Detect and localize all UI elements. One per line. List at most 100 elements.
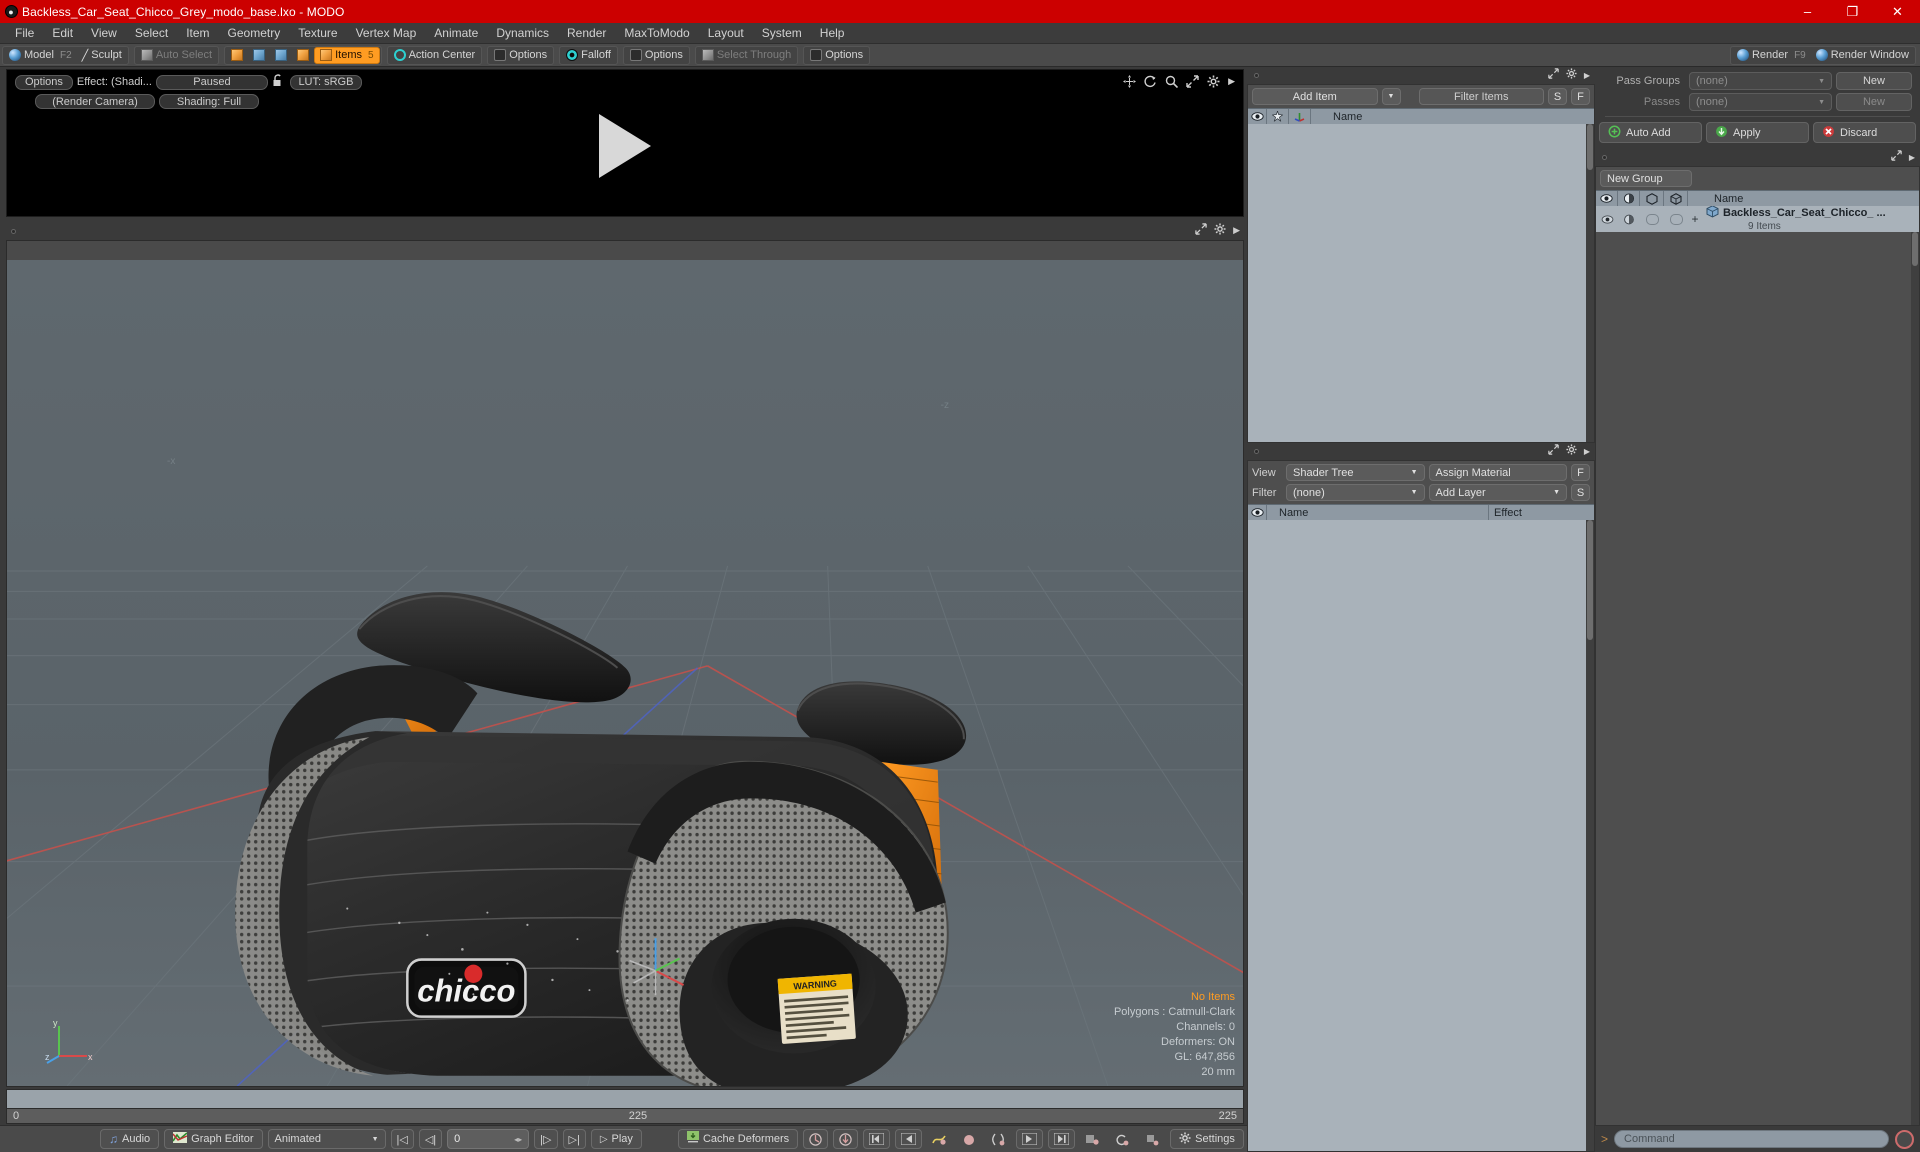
groups-scrollbar[interactable] — [1911, 232, 1919, 1125]
menu-item-select[interactable]: Select — [126, 24, 177, 42]
zoom-icon[interactable] — [1165, 75, 1179, 88]
menu-item-system[interactable]: System — [753, 24, 811, 42]
pass-groups-new-button[interactable]: New — [1836, 72, 1912, 90]
passes-dropdown[interactable]: (none) ▼ — [1689, 93, 1832, 111]
maximize-button[interactable]: ❐ — [1830, 0, 1875, 23]
menu-item-animate[interactable]: Animate — [425, 24, 487, 42]
timeline-ruler[interactable] — [6, 1089, 1244, 1109]
lock-column-icon[interactable] — [1267, 108, 1289, 125]
discard-button[interactable]: Discard — [1813, 122, 1916, 143]
render-camera-button[interactable]: (Render Camera) — [35, 94, 155, 109]
new-group-button[interactable]: New Group — [1600, 170, 1692, 187]
falloff-button[interactable]: Falloff — [561, 47, 616, 64]
material-mode-button[interactable] — [292, 47, 314, 64]
shading-scrollbar[interactable] — [1586, 520, 1594, 1151]
menu-item-texture[interactable]: Texture — [289, 24, 346, 42]
item-list-s-button[interactable]: S — [1548, 88, 1567, 105]
pan-icon[interactable] — [1123, 75, 1137, 88]
menu-item-edit[interactable]: Edit — [43, 24, 82, 42]
polygon-mode-button[interactable] — [270, 47, 292, 64]
visibility-column-icon[interactable] — [1596, 190, 1618, 207]
render-effect-label[interactable]: Effect: (Shadi... — [77, 76, 152, 88]
rotate-icon[interactable] — [1144, 75, 1157, 88]
vertex-mode-button[interactable] — [226, 47, 248, 64]
menu-item-vertex-map[interactable]: Vertex Map — [347, 24, 426, 42]
action-center-options-button[interactable]: Options — [489, 47, 552, 64]
current-frame-input[interactable]: 0 ◂▸ — [447, 1129, 530, 1149]
panel-dot-icon[interactable] — [1249, 67, 1263, 84]
last-key-button[interactable] — [1048, 1129, 1076, 1149]
item-list-scrollbar[interactable] — [1586, 124, 1594, 442]
add-item-button[interactable]: Add Item — [1252, 88, 1378, 105]
render-button[interactable]: Render F9 — [1732, 47, 1811, 64]
shading-tree-rows[interactable] — [1248, 520, 1594, 1151]
apply-button[interactable]: Apply — [1706, 122, 1809, 143]
auto-select-button[interactable]: Auto Select — [136, 47, 217, 64]
menu-item-dynamics[interactable]: Dynamics — [487, 24, 558, 42]
expand-icon[interactable] — [1548, 444, 1559, 458]
key-delete-button[interactable] — [833, 1129, 859, 1149]
expand-icon[interactable] — [1891, 150, 1902, 164]
add-layer-dropdown[interactable]: Add Layer ▼ — [1428, 484, 1567, 501]
record-command-button[interactable] — [1895, 1129, 1914, 1149]
add-item-dropdown[interactable]: ▼ — [1381, 88, 1401, 105]
gear-icon[interactable] — [1207, 75, 1220, 88]
menu-item-file[interactable]: File — [6, 24, 43, 42]
passes-new-button[interactable]: New — [1836, 93, 1912, 111]
item-list-rows[interactable] — [1248, 124, 1594, 442]
settings-button[interactable]: Settings — [1170, 1129, 1244, 1149]
play-button[interactable]: ▷ Play — [590, 1129, 642, 1149]
command-input[interactable]: Command — [1614, 1130, 1889, 1148]
stepper-icon[interactable]: ◂▸ — [514, 1135, 522, 1144]
viewport-canvas[interactable]: chicco WARNING -z -x y x z No Items Poly… — [7, 260, 1243, 1086]
render-column-icon[interactable] — [1640, 190, 1664, 207]
edge-mode-button[interactable] — [248, 47, 270, 64]
panel-dot-icon[interactable] — [1249, 443, 1263, 460]
minimize-button[interactable]: – — [1785, 0, 1830, 23]
menu-item-item[interactable]: Item — [177, 24, 218, 42]
expand-icon[interactable] — [1195, 223, 1207, 238]
previous-frame-button[interactable]: ◁| — [418, 1129, 443, 1149]
go-to-end-button[interactable]: ▷| — [562, 1129, 586, 1149]
timeline[interactable]: 0 225 225 — [6, 1089, 1244, 1125]
go-to-start-button[interactable]: |◁ — [390, 1129, 414, 1149]
render-shading-button[interactable]: Shading: Full — [159, 94, 259, 109]
wireframe-column-icon[interactable] — [1664, 190, 1688, 207]
prev-key-button[interactable] — [863, 1129, 891, 1149]
chevron-right-icon[interactable]: ▶ — [1228, 76, 1235, 87]
menu-item-help[interactable]: Help — [811, 24, 854, 42]
menu-item-view[interactable]: View — [82, 24, 126, 42]
3d-viewport[interactable]: chicco WARNING -z -x y x z No Items Poly… — [6, 240, 1244, 1087]
chevron-right-icon[interactable]: ▶ — [1584, 447, 1590, 456]
group-shadow-toggle[interactable] — [1618, 214, 1640, 225]
group-wireframe-toggle[interactable] — [1664, 213, 1688, 225]
items-mode-button[interactable]: Items 5 — [314, 46, 380, 64]
shadow-column-icon[interactable] — [1618, 190, 1640, 207]
panel-dot-icon[interactable] — [6, 223, 20, 240]
key-cycle-button[interactable] — [1110, 1129, 1135, 1149]
menu-item-layout[interactable]: Layout — [699, 24, 753, 42]
menu-item-geometry[interactable]: Geometry — [219, 24, 290, 42]
mode-sculpt-button[interactable]: ╱ Sculpt — [77, 47, 127, 64]
chevron-right-icon[interactable]: ▶ — [1909, 153, 1915, 162]
chevron-right-icon[interactable]: ▶ — [1233, 225, 1240, 236]
lock-icon[interactable] — [272, 74, 286, 90]
gear-icon[interactable] — [1566, 68, 1577, 82]
group-render-toggle[interactable] — [1640, 213, 1664, 225]
gear-icon[interactable] — [1214, 223, 1226, 238]
group-row[interactable]: + Backless_Car_Seat_Chicco_ ... 9 Items — [1596, 206, 1919, 232]
auto-add-button[interactable]: Auto Add — [1599, 122, 1702, 143]
key-block-button[interactable] — [1140, 1129, 1165, 1149]
assign-material-button[interactable]: Assign Material — [1428, 464, 1567, 481]
chevron-right-icon[interactable]: ▶ — [1584, 71, 1590, 80]
visibility-column-icon[interactable] — [1248, 108, 1267, 125]
render-paused-button[interactable]: Paused — [155, 74, 268, 90]
shading-filter-dropdown[interactable]: (none) ▼ — [1286, 484, 1425, 501]
key-region-button[interactable] — [1080, 1129, 1105, 1149]
expand-icon[interactable] — [1548, 68, 1559, 82]
animation-curve-button[interactable] — [927, 1129, 952, 1149]
pass-groups-dropdown[interactable]: (none) ▼ — [1689, 72, 1832, 90]
fit-icon[interactable] — [1186, 75, 1199, 88]
timeline-range-bar[interactable]: 0 225 225 — [6, 1109, 1244, 1124]
step-back-key-button[interactable] — [895, 1129, 923, 1149]
